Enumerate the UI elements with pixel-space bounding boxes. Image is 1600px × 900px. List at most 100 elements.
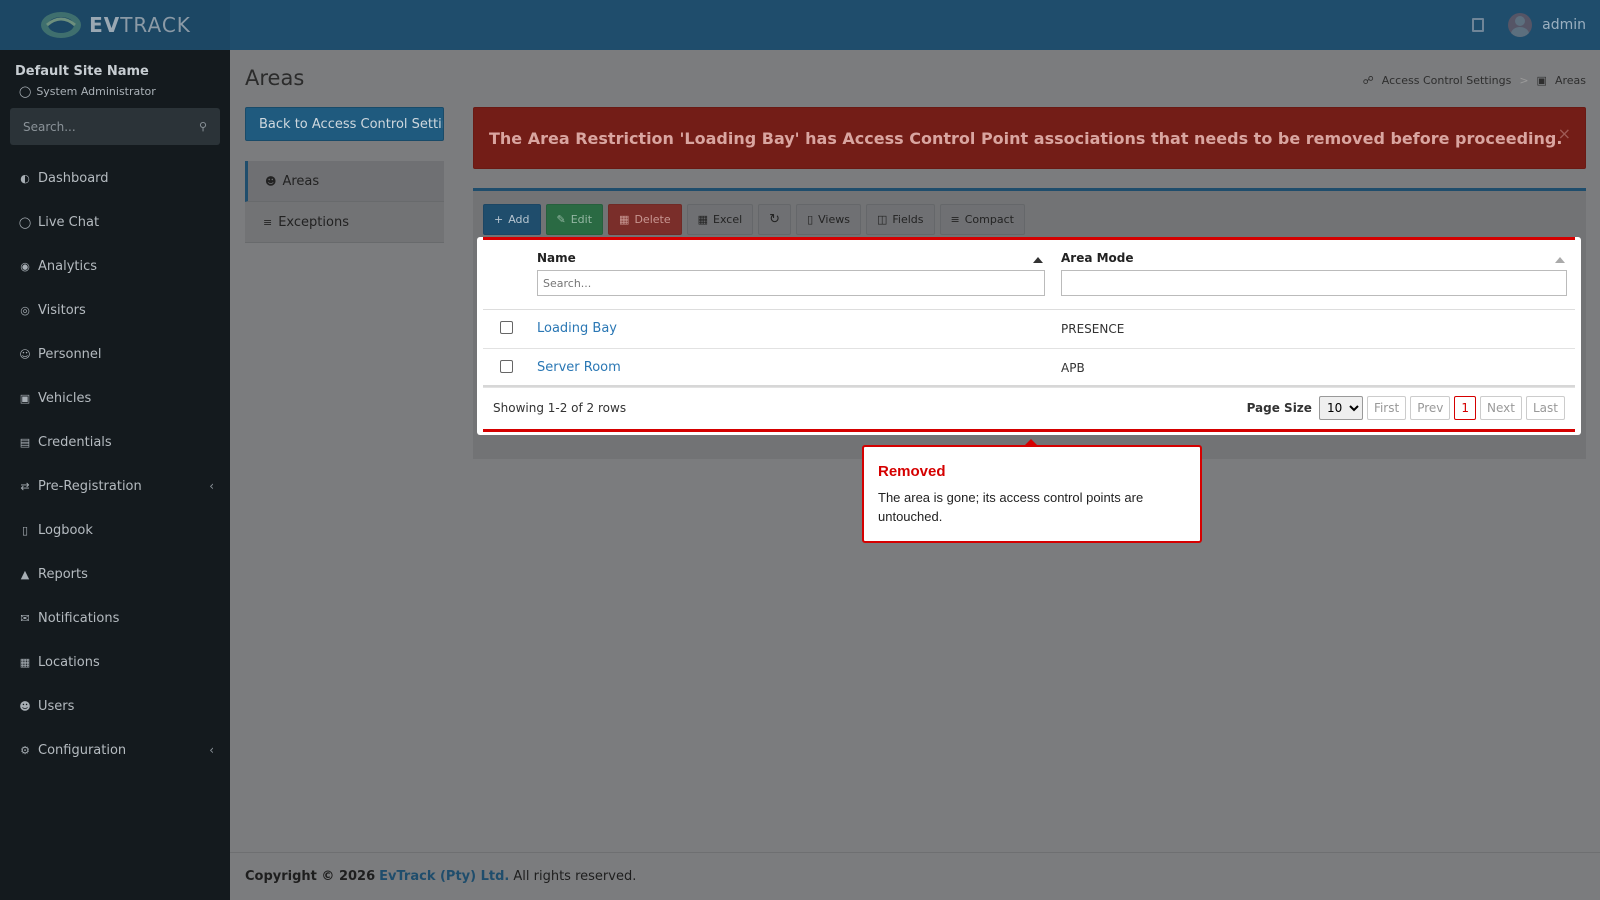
row-checkbox-cell	[483, 309, 529, 349]
username: admin	[1542, 17, 1586, 33]
sidebar-item-pre-registration[interactable]: ⇄ Pre-Registration ‹	[0, 464, 230, 508]
sidebar-item-live-chat[interactable]: ◯ Live Chat	[0, 200, 230, 244]
table-row[interactable]: Loading Bay PRESENCE	[483, 309, 1575, 349]
avatar	[1508, 13, 1533, 37]
messages-icon: ✉	[20, 611, 30, 625]
breadcrumb-current: Areas	[1554, 74, 1586, 87]
subnav-item-exceptions[interactable]: ≡ Exceptions	[245, 202, 444, 243]
sidebar-item-reports[interactable]: ▲ Reports	[0, 552, 230, 596]
target-icon: ◉	[20, 259, 30, 273]
site-name: Default Site Name	[15, 64, 149, 79]
sort-asc-icon[interactable]	[1033, 257, 1043, 263]
list-check-icon: ≡	[263, 215, 273, 229]
excel-button[interactable]: ▦ Excel	[686, 204, 754, 235]
column-header-name[interactable]: Name	[529, 243, 1053, 310]
area-mode-cell: APB	[1053, 348, 1575, 388]
group-icon: ☻	[265, 174, 277, 188]
page-footer: Copyright © 2026 EvTrack (Pty) Ltd. All …	[230, 852, 1600, 900]
copyright-text: Copyright © 2026	[245, 869, 376, 884]
select-column-header	[483, 243, 529, 310]
sidebar-search: ⚲	[10, 108, 220, 145]
pencil-icon: ✎	[556, 213, 566, 226]
grid-footer: Showing 1-2 of 2 rows Page Size 10 First…	[483, 385, 1575, 429]
chevron-left-icon: ‹	[209, 743, 214, 757]
areas-table: Name Area Mode Loading Bay PRESENCE Ser	[483, 243, 1575, 388]
sort-icon[interactable]	[1555, 257, 1565, 263]
top-header: EVTRACK admin	[0, 0, 1600, 50]
map-icon: ▦	[19, 655, 31, 669]
refresh-button[interactable]: ↻	[758, 204, 792, 235]
menu-lines-icon: ≡	[950, 213, 960, 226]
name-cell: Loading Bay	[529, 309, 1053, 349]
edit-button[interactable]: ✎ Edit	[545, 204, 604, 235]
header-row: Name Area Mode	[483, 243, 1575, 310]
page-size-label: Page Size	[1246, 401, 1312, 415]
sidebar-item-logbook[interactable]: ▯ Logbook	[0, 508, 230, 552]
page-title: Areas	[245, 66, 305, 90]
removed-callout: Removed The area is gone; its access con…	[862, 439, 1202, 543]
area-mode-filter-input[interactable]	[1061, 270, 1567, 296]
headset-icon: ◯	[18, 215, 32, 229]
row-summary: Showing 1-2 of 2 rows	[493, 401, 627, 415]
table-icon: ▦	[697, 213, 709, 226]
breadcrumb-parent[interactable]: Access Control Settings	[1382, 74, 1512, 87]
first-page-button[interactable]: First	[1366, 396, 1407, 420]
delete-button[interactable]: ▦ Delete	[608, 204, 682, 235]
row-checkbox-cell	[483, 348, 529, 388]
sub-navigation: ☻ Areas ≡ Exceptions	[245, 161, 444, 243]
pagination: Page Size 10 First Prev 1 Next Last	[1247, 396, 1565, 420]
name-filter-input[interactable]	[537, 270, 1045, 296]
current-page-button[interactable]: 1	[1454, 396, 1477, 420]
sidebar-item-configuration[interactable]: ⚙ Configuration ‹	[0, 728, 230, 772]
building-icon[interactable]	[1472, 18, 1485, 32]
eye-icon: ◎	[20, 303, 30, 317]
close-icon[interactable]: ×	[1558, 124, 1571, 143]
breadcrumb: ☍ Access Control Settings > ▣ Areas	[1363, 74, 1586, 87]
sidebar-item-visitors[interactable]: ◎ Visitors	[0, 288, 230, 332]
error-alert: The Area Restriction 'Loading Bay' has A…	[473, 107, 1586, 169]
last-page-button[interactable]: Last	[1526, 396, 1565, 420]
exchange-icon: ⇄	[20, 479, 30, 493]
views-button[interactable]: ▯ Views	[796, 204, 861, 235]
highlight-border-top	[483, 237, 1575, 240]
area-name-link[interactable]: Loading Bay	[537, 321, 617, 336]
alert-message: The Area Restriction 'Loading Bay' has A…	[489, 128, 1563, 148]
sidebar-item-users[interactable]: ☻ Users	[0, 684, 230, 728]
fields-button[interactable]: ◫ Fields	[865, 204, 935, 235]
page-size-select[interactable]: 10	[1318, 396, 1363, 420]
add-button[interactable]: + Add	[483, 204, 541, 235]
sidebar-item-dashboard[interactable]: ◐ Dashboard	[0, 156, 230, 200]
brand-logo[interactable]: EVTRACK	[0, 0, 230, 50]
subnav-item-areas[interactable]: ☻ Areas	[245, 161, 444, 202]
logo-text: EVTRACK	[89, 13, 191, 37]
compact-button[interactable]: ≡ Compact	[939, 204, 1025, 235]
table-row[interactable]: Server Room APB	[483, 348, 1575, 388]
plus-icon: +	[494, 213, 504, 226]
trash-icon: ▦	[619, 213, 630, 226]
sidebar-item-analytics[interactable]: ◉ Analytics	[0, 244, 230, 288]
column-header-area-mode[interactable]: Area Mode	[1053, 243, 1575, 310]
callout-text: The area is gone; its access control poi…	[878, 490, 1144, 524]
prev-page-button[interactable]: Prev	[1410, 396, 1451, 420]
sidebar-item-vehicles[interactable]: ▣ Vehicles	[0, 376, 230, 420]
sidebar-search-input[interactable]	[23, 119, 173, 134]
lock-icon: ☍	[1362, 74, 1374, 87]
back-to-access-control-button[interactable]: Back to Access Control Settings	[245, 107, 444, 141]
company-link[interactable]: EvTrack (Pty) Ltd.	[379, 869, 509, 884]
sidebar-item-locations[interactable]: ▦ Locations	[0, 640, 230, 684]
sidebar-menu: ◐ Dashboard ◯ Live Chat ◉ Analytics ◎ Visito…	[0, 156, 230, 772]
row-checkbox[interactable]	[499, 320, 513, 334]
row-checkbox[interactable]	[499, 359, 513, 373]
car-icon: ▣	[19, 391, 31, 405]
area-name-link[interactable]: Server Room	[537, 360, 621, 375]
user-menu[interactable]: admin	[1508, 13, 1586, 37]
next-page-button[interactable]: Next	[1480, 396, 1522, 420]
sidebar-item-credentials[interactable]: ▤ Credentials	[0, 420, 230, 464]
chart-icon: ▲	[20, 567, 30, 581]
search-icon[interactable]: ⚲	[199, 120, 207, 133]
sidebar-item-notifications[interactable]: ✉ Notifications	[0, 596, 230, 640]
rights-text: All rights reserved.	[513, 869, 637, 884]
personnel-icon: ☺	[19, 347, 31, 361]
user-key-icon: ☻	[19, 699, 31, 713]
sidebar-item-personnel[interactable]: ☺ Personnel	[0, 332, 230, 376]
